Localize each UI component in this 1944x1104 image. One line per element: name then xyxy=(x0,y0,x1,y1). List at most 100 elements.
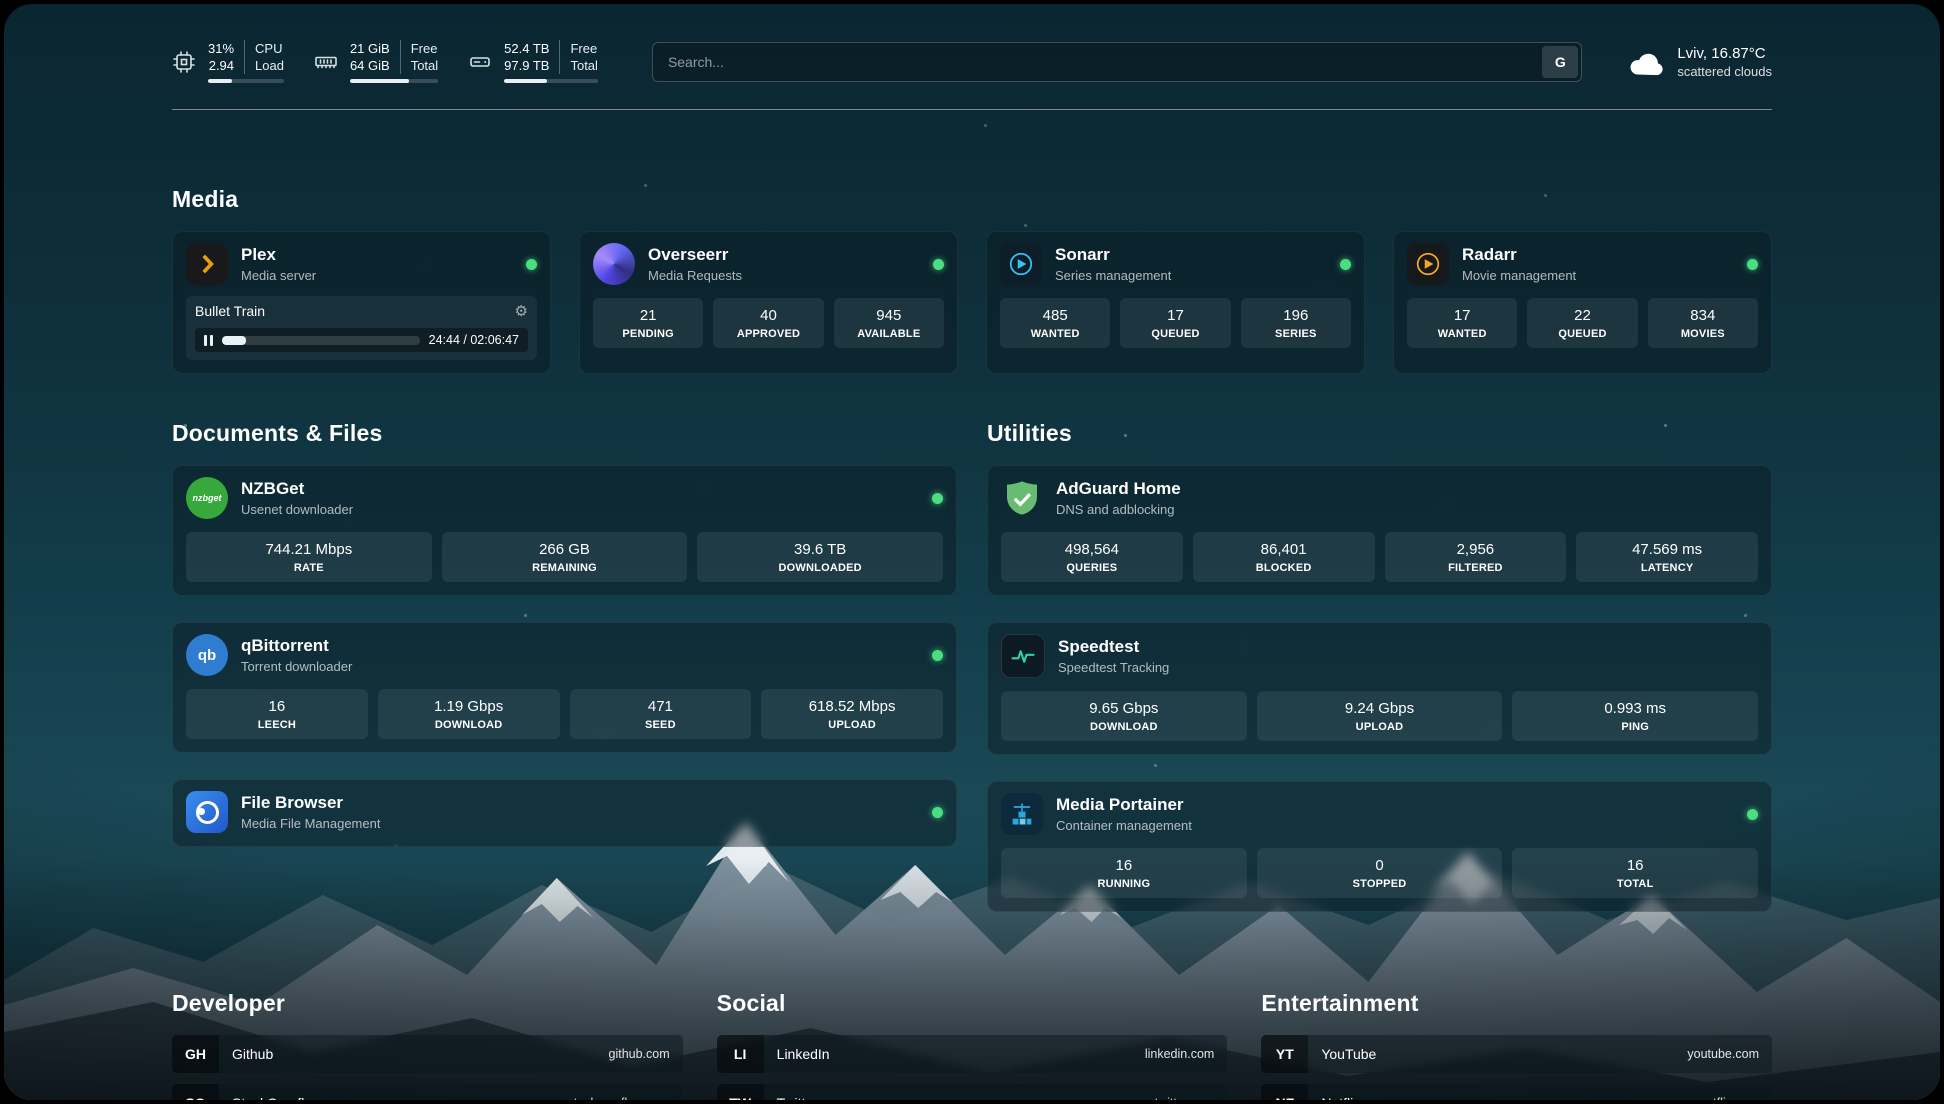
bookmark-abbr: GH xyxy=(172,1035,219,1073)
bookmark-youtube[interactable]: YT YouTube youtube.com xyxy=(1261,1035,1772,1073)
memory-total-label: Total xyxy=(400,57,438,74)
stat-queued: 22QUEUED xyxy=(1527,298,1637,348)
search-bar: G xyxy=(652,42,1582,82)
bookmark-group-social: Social LI LinkedIn linkedin.com TW Twitt… xyxy=(717,990,1228,1100)
bookmark-group-entertainment: Entertainment YT YouTube youtube.com NF … xyxy=(1261,990,1772,1100)
status-dot xyxy=(933,259,944,270)
stat-ping: 0.993 msPING xyxy=(1512,691,1758,741)
memory-free: 21 GiB xyxy=(350,40,400,57)
overseerr-icon xyxy=(593,243,635,285)
ram-icon xyxy=(314,50,338,74)
section-title-utilities: Utilities xyxy=(987,420,1772,447)
search-input[interactable] xyxy=(656,54,1542,70)
service-desc: Media server xyxy=(241,268,316,283)
status-dot xyxy=(1747,259,1758,270)
service-card-radarr[interactable]: Radarr Movie management 17WANTED 22QUEUE… xyxy=(1393,231,1772,374)
service-desc: DNS and adblocking xyxy=(1056,502,1181,517)
system-metrics: 31% CPU 2.94 Load 21 GiB xyxy=(172,40,598,83)
section-title-developer: Developer xyxy=(172,990,683,1017)
speedtest-icon xyxy=(1001,634,1045,678)
now-playing-title: Bullet Train xyxy=(195,303,265,319)
bookmark-url: youtube.com xyxy=(1687,1047,1759,1061)
section-title-documents: Documents & Files xyxy=(172,420,957,447)
stat-upload: 9.24 GbpsUPLOAD xyxy=(1257,691,1503,741)
stat-rate: 744.21 MbpsRATE xyxy=(186,532,432,582)
section-media: Media Plex Media server xyxy=(172,186,1772,374)
service-card-speedtest[interactable]: Speedtest Speedtest Tracking 9.65 GbpsDO… xyxy=(987,622,1772,755)
bookmark-name: Twitter xyxy=(777,1095,818,1100)
service-desc: Speedtest Tracking xyxy=(1058,660,1169,675)
section-title-social: Social xyxy=(717,990,1228,1017)
stat-available: 945AVAILABLE xyxy=(834,298,944,348)
memory-metric: 21 GiB Free 64 GiB Total xyxy=(314,40,438,83)
stat-movies: 834MOVIES xyxy=(1648,298,1758,348)
status-dot xyxy=(526,259,537,270)
service-desc: Torrent downloader xyxy=(241,659,352,674)
stat-queued: 17QUEUED xyxy=(1120,298,1230,348)
cpu-load-label: Load xyxy=(244,57,284,74)
bookmark-twitter[interactable]: TW Twitter twitter.com xyxy=(717,1084,1228,1100)
stat-remaining: 266 GBREMAINING xyxy=(442,532,688,582)
memory-free-label: Free xyxy=(400,40,438,57)
stat-downloaded: 39.6 TBDOWNLOADED xyxy=(697,532,943,582)
service-name: Radarr xyxy=(1462,245,1576,265)
memory-total: 64 GiB xyxy=(350,57,400,74)
service-card-qbittorrent[interactable]: qb qBittorrent Torrent downloader 16LEEC… xyxy=(172,622,957,753)
hard-drive-icon xyxy=(468,50,492,74)
stat-series: 196SERIES xyxy=(1241,298,1351,348)
bookmark-abbr: TW xyxy=(717,1084,764,1100)
section-title-media: Media xyxy=(172,186,1772,213)
service-card-adguard[interactable]: AdGuard Home DNS and adblocking 498,564Q… xyxy=(987,465,1772,596)
portainer-icon xyxy=(1001,793,1043,835)
bookmark-name: StackOverflow xyxy=(232,1095,322,1100)
radarr-icon xyxy=(1407,243,1449,285)
section-documents: Documents & Files nzbget NZBGet Usenet d… xyxy=(172,420,957,847)
service-card-overseerr[interactable]: Overseerr Media Requests 21PENDING 40APP… xyxy=(579,231,958,374)
cloud-icon xyxy=(1628,48,1664,76)
bookmark-stackoverflow[interactable]: SO StackOverflow stackoverflow.com xyxy=(172,1084,683,1100)
playback-progress-bar[interactable] xyxy=(222,336,420,345)
settings-gear-icon[interactable]: ⚙ xyxy=(515,304,528,319)
bookmark-url: twitter.com xyxy=(1155,1096,1215,1100)
cpu-percent: 31% xyxy=(208,40,244,57)
nzbget-icon: nzbget xyxy=(186,477,228,519)
bookmarks-section: Developer GH Github github.com SO StackO… xyxy=(172,990,1772,1100)
bookmark-group-developer: Developer GH Github github.com SO StackO… xyxy=(172,990,683,1100)
bookmark-name: Github xyxy=(232,1046,273,1062)
stat-seed: 471SEED xyxy=(570,689,752,739)
bookmark-name: LinkedIn xyxy=(777,1046,830,1062)
service-card-plex[interactable]: Plex Media server Bullet Train ⚙ xyxy=(172,231,551,374)
stat-latency: 47.569 msLATENCY xyxy=(1576,532,1758,582)
service-name: Plex xyxy=(241,245,316,265)
bookmark-linkedin[interactable]: LI LinkedIn linkedin.com xyxy=(717,1035,1228,1073)
service-desc: Media File Management xyxy=(241,816,380,831)
service-card-nzbget[interactable]: nzbget NZBGet Usenet downloader 744.21 M… xyxy=(172,465,957,596)
service-card-filebrowser[interactable]: File Browser Media File Management xyxy=(172,779,957,847)
disk-free: 52.4 TB xyxy=(504,40,559,57)
bookmark-github[interactable]: GH Github github.com xyxy=(172,1035,683,1073)
search-provider-button[interactable]: G xyxy=(1542,46,1578,78)
service-name: Overseerr xyxy=(648,245,742,265)
bookmark-netflix[interactable]: NF Netflix netflix.com xyxy=(1261,1084,1772,1100)
bookmark-abbr: SO xyxy=(172,1084,219,1100)
service-card-portainer[interactable]: Media Portainer Container management 16R… xyxy=(987,781,1772,912)
bookmark-abbr: NF xyxy=(1261,1084,1308,1100)
service-desc: Media Requests xyxy=(648,268,742,283)
weather-widget: Lviv, 16.87°C scattered clouds xyxy=(1628,45,1772,79)
service-card-sonarr[interactable]: Sonarr Series management 485WANTED 17QUE… xyxy=(986,231,1365,374)
status-dot xyxy=(932,493,943,504)
pause-icon[interactable] xyxy=(204,335,213,346)
service-name: NZBGet xyxy=(241,479,353,499)
stat-total: 16TOTAL xyxy=(1512,848,1758,898)
stat-pending: 21PENDING xyxy=(593,298,703,348)
stat-wanted: 17WANTED xyxy=(1407,298,1517,348)
stat-running: 16RUNNING xyxy=(1001,848,1247,898)
weather-condition: scattered clouds xyxy=(1677,64,1772,79)
disk-total: 97.9 TB xyxy=(504,57,559,74)
disk-free-label: Free xyxy=(559,40,597,57)
sonarr-icon xyxy=(1000,243,1042,285)
status-dot xyxy=(1747,809,1758,820)
filebrowser-icon xyxy=(186,791,228,833)
service-name: Speedtest xyxy=(1058,637,1169,657)
disk-metric: 52.4 TB Free 97.9 TB Total xyxy=(468,40,598,83)
